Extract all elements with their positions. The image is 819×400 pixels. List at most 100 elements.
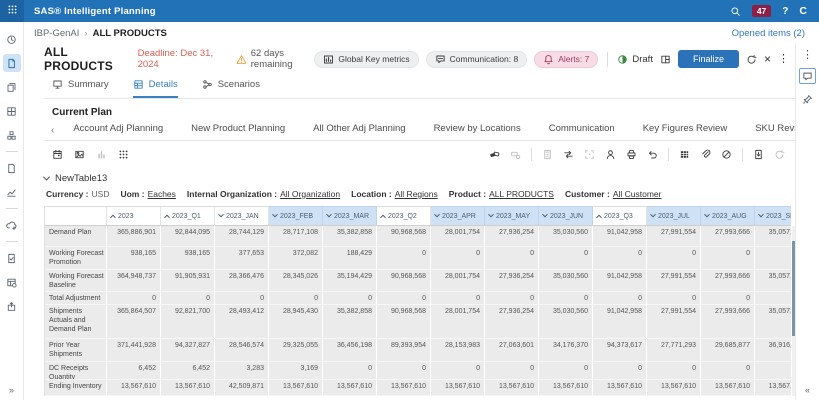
table-cell[interactable]: 13,567,610	[701, 380, 755, 396]
panel-item-quick-actions[interactable]	[799, 91, 816, 107]
column-header-2023_jun[interactable]: 2023_JUN	[539, 206, 593, 226]
table-cell[interactable]: 13,567,610	[431, 380, 485, 396]
filter-value[interactable]: All Organization	[280, 189, 340, 199]
subtab-key-figures-review[interactable]: Key Figures Review	[629, 123, 741, 140]
table-cell[interactable]: 6,452	[107, 362, 161, 380]
column-header-2023_aug[interactable]: 2023_AUG	[701, 206, 755, 226]
column-header-2023_feb[interactable]: 2023_FEB	[269, 206, 323, 226]
subtab-sku-review[interactable]: SKU Review	[741, 123, 795, 140]
exclude-button[interactable]	[721, 149, 732, 160]
table-cell[interactable]: 27,991,554	[647, 270, 701, 292]
table-cell[interactable]: 13,567,610	[377, 380, 431, 396]
filter-value[interactable]: ALL PRODUCTS	[489, 189, 554, 199]
collapse-panel-button[interactable]: «	[805, 385, 810, 395]
column-header-2023_q2[interactable]: 2023_Q2	[377, 206, 431, 226]
table-cell[interactable]: 0	[161, 292, 215, 305]
row-label[interactable]: Ending Inventory	[45, 380, 107, 396]
table-cell[interactable]: 27,936,254	[485, 305, 539, 339]
table-cell[interactable]: 35,057,	[755, 226, 791, 247]
table-cell[interactable]: 92,844,095	[161, 226, 215, 247]
search-icon[interactable]	[730, 6, 741, 17]
table-cell[interactable]: 13,567,610	[485, 380, 539, 396]
table-cell[interactable]: 27,771,293	[647, 339, 701, 362]
filter-value[interactable]: Eaches	[148, 189, 176, 199]
attach-button[interactable]	[700, 149, 711, 160]
panel-view-button[interactable]	[660, 54, 671, 65]
table-cell[interactable]	[755, 247, 791, 270]
pill-metrics[interactable]: Global Key metrics	[314, 51, 418, 68]
table-cell[interactable]: 365,886,901	[107, 226, 161, 247]
table-cell[interactable]: 3,283	[215, 362, 269, 380]
sidebar-item-data-settings[interactable]	[3, 273, 21, 291]
table-cell[interactable]: 27,936,254	[485, 226, 539, 247]
table-cell[interactable]: 0	[485, 362, 539, 380]
table-cell[interactable]: 365,864,507	[107, 305, 161, 339]
table-cell[interactable]: 28,717,108	[269, 226, 323, 247]
row-label[interactable]: Demand Plan	[45, 226, 107, 247]
table-cell[interactable]: 35,030,560	[539, 270, 593, 292]
tab-details[interactable]: Details	[133, 79, 178, 98]
table-cell[interactable]: 28,001,754	[431, 270, 485, 292]
table-cell[interactable]: 29,325,055	[269, 339, 323, 362]
column-header-2023_mar[interactable]: 2023_MAR	[323, 206, 377, 226]
table-cell[interactable]: 28,546,574	[215, 339, 269, 362]
print-button[interactable]	[626, 149, 637, 160]
table-cell[interactable]	[755, 362, 791, 380]
table-cell[interactable]: 27,993,666	[701, 305, 755, 339]
sidebar-item-objects[interactable]	[3, 126, 21, 144]
row-label[interactable]: Shipments Actuals and Demand Plan	[45, 305, 107, 339]
table-cell[interactable]: 91,042,958	[593, 305, 647, 339]
table-cell[interactable]: 3,169	[269, 362, 323, 380]
row-label[interactable]: Prior Year Shipments	[45, 339, 107, 362]
more-options-button[interactable]: ⋮	[778, 54, 789, 64]
filter-value[interactable]: All Regions	[395, 189, 438, 199]
table-cell[interactable]: 35,030,560	[539, 226, 593, 247]
table-cell[interactable]: 36,916,	[755, 339, 791, 362]
subtab-review-by-locations[interactable]: Review by Locations	[420, 123, 535, 140]
table-cell[interactable]: 13,567,610	[593, 380, 647, 396]
table-cell[interactable]: 0	[647, 292, 701, 305]
pill-bell[interactable]: Alerts: 7	[534, 51, 598, 68]
table-cell[interactable]: 0	[323, 362, 377, 380]
table-cell[interactable]: 13,567,610	[269, 380, 323, 396]
table-cell[interactable]: 35,057,	[755, 305, 791, 339]
sidebar-item-data-grid[interactable]	[3, 102, 21, 120]
panel-item-comments[interactable]	[799, 68, 816, 84]
table-cell[interactable]: 13,567,610	[539, 380, 593, 396]
calendar-button[interactable]	[52, 149, 63, 160]
table-cell[interactable]: 13,567,610	[161, 380, 215, 396]
table-cell[interactable]: 29,685,877	[701, 339, 755, 362]
table-cell[interactable]: 94,373,617	[593, 339, 647, 362]
table-cell[interactable]: 27,936,254	[485, 270, 539, 292]
apps-menu-button[interactable]	[0, 0, 24, 22]
table-cell[interactable]: 0	[431, 247, 485, 270]
table-cell[interactable]	[755, 292, 791, 305]
table-cell[interactable]: 36,456,198	[323, 339, 377, 362]
sidebar-item-plans[interactable]	[3, 54, 21, 72]
table-cell[interactable]: 13,567,	[755, 380, 791, 396]
opened-items-link[interactable]: Opened items (2)	[732, 28, 805, 39]
subtab-all-other-adj-planning[interactable]: All Other Adj Planning	[299, 123, 419, 140]
subtabs-prev-icon[interactable]: ‹	[46, 125, 59, 140]
sidebar-item-exports-box[interactable]	[3, 297, 21, 315]
table-cell[interactable]: 34,176,370	[539, 339, 593, 362]
tab-summary[interactable]: Summary	[52, 79, 109, 98]
table-view-button[interactable]	[679, 149, 690, 160]
table-cell[interactable]: 13,567,610	[647, 380, 701, 396]
table-cell[interactable]: 35,057,	[755, 270, 791, 292]
table-cell[interactable]: 27,063,601	[485, 339, 539, 362]
table-cell[interactable]: 35,194,429	[323, 270, 377, 292]
table-cell[interactable]: 27,991,554	[647, 305, 701, 339]
swap-values-button[interactable]	[563, 149, 574, 160]
table-cell[interactable]: 364,948,737	[107, 270, 161, 292]
table-cell[interactable]: 0	[485, 292, 539, 305]
row-label[interactable]: Working Forecast Promotion	[45, 247, 107, 270]
row-label[interactable]: Total Adjustment	[45, 292, 107, 305]
finalize-button[interactable]: Finalize	[678, 50, 739, 68]
column-header-2023_apr[interactable]: 2023_APR	[431, 206, 485, 226]
expand-rail-button[interactable]: »	[9, 385, 14, 395]
table-cell[interactable]: 42,509,871	[215, 380, 269, 396]
table-cell[interactable]: 92,821,700	[161, 305, 215, 339]
tab-scenarios[interactable]: Scenarios	[202, 79, 260, 98]
table-cell[interactable]: 28,744,129	[215, 226, 269, 247]
